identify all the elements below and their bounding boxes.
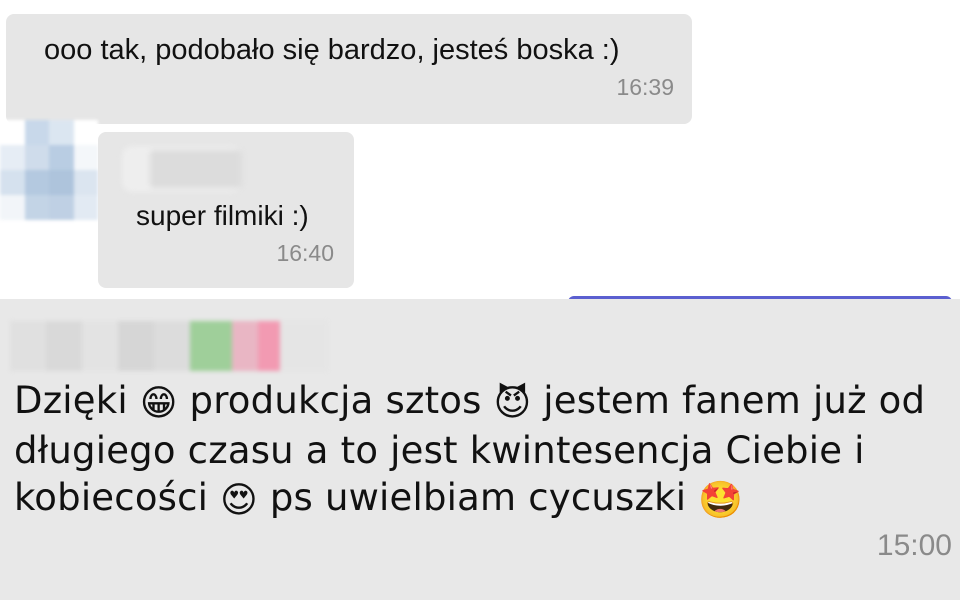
message-line-2: długiego czasu a to jest kwintesencja Ci… bbox=[14, 427, 954, 474]
text-segment: kobiecości bbox=[14, 476, 221, 519]
text-segment: Dzięki bbox=[14, 379, 140, 422]
sender-name-redacted bbox=[122, 146, 242, 192]
text-segment: produkcja sztos bbox=[177, 379, 494, 422]
message-timestamp: 16:39 bbox=[616, 74, 674, 100]
message-text: Dzięki 😁 produkcja sztos 😈 jestem fanem … bbox=[14, 377, 954, 524]
message-line-3: kobiecości 😍 ps uwielbiam cycuszki 🤩 bbox=[14, 474, 954, 524]
message-timestamp: 15:00 bbox=[876, 529, 952, 562]
sender-name-redacted bbox=[10, 321, 328, 371]
text-segment: jestem fanem już od bbox=[531, 379, 926, 422]
message-line-1: Dzięki 😁 produkcja sztos 😈 jestem fanem … bbox=[14, 377, 954, 427]
heart-eyes-icon: 😍 bbox=[220, 480, 258, 521]
smiling-devil-icon: 😈 bbox=[493, 383, 532, 424]
message-text: ooo tak, podobało się bardzo, jesteś bos… bbox=[44, 34, 620, 66]
star-struck-icon: 🤩 bbox=[698, 480, 744, 521]
avatar[interactable] bbox=[0, 120, 98, 220]
message-bubble-1[interactable]: ooo tak, podobało się bardzo, jesteś bos… bbox=[6, 14, 692, 124]
message-text: super filmiki :) bbox=[136, 200, 309, 231]
text-segment: ps uwielbiam cycuszki bbox=[257, 476, 699, 519]
message-timestamp: 16:40 bbox=[276, 240, 334, 266]
message-bubble-2[interactable]: super filmiki :) 16:40 bbox=[98, 132, 354, 288]
text-segment: długiego czasu a to jest kwintesencja Ci… bbox=[14, 429, 865, 472]
message-bubble-3[interactable]: Dzięki 😁 produkcja sztos 😈 jestem fanem … bbox=[0, 299, 960, 600]
grinning-face-icon: 😁 bbox=[139, 383, 178, 424]
